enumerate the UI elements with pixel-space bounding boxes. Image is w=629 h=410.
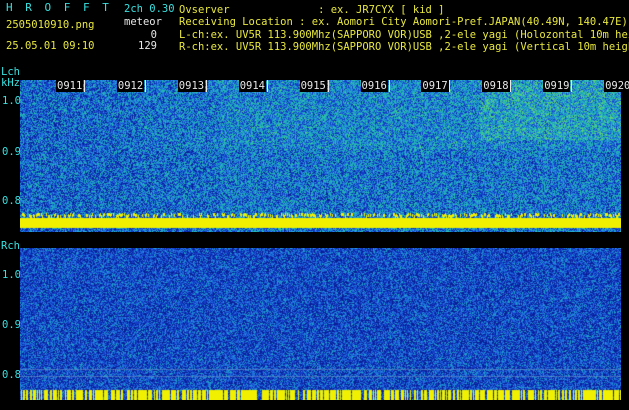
file-name: 2505010910.png <box>6 19 95 31</box>
time-tick-mark <box>388 80 390 92</box>
time-tick-mark <box>84 80 85 92</box>
rch-spectrogram <box>20 248 621 400</box>
time-tick-0920: 0920 <box>604 80 629 92</box>
time-tick-0915: 0915 <box>299 80 327 92</box>
time-tick-mark <box>205 80 207 92</box>
lch-tick-1.0: 1.0 <box>2 95 21 107</box>
time-tick-mark <box>510 80 512 92</box>
time-tick-0914: 0914 <box>238 80 266 92</box>
rch-info-line: R-ch:ex. UV5R 113.900Mhz(SAPPORO VOR)USB… <box>179 41 629 53</box>
time-tick-mark <box>266 80 268 92</box>
app-title: H R O F F T <box>6 1 112 14</box>
time-tick-0917: 0917 <box>421 80 449 92</box>
time-tick-mark <box>571 80 573 92</box>
meteor-count-r: 129 <box>138 40 157 52</box>
rch-tick-1.0: 1.0 <box>2 269 21 281</box>
lch-spectrogram <box>20 80 621 232</box>
lch-tick-0.9: 0.9 <box>2 146 21 158</box>
time-tick-mark <box>144 80 146 92</box>
time-tick-0918: 0918 <box>482 80 510 92</box>
mode-label: 2ch 0.30 <box>124 3 175 15</box>
lch-info-line: L-ch:ex. UV5R 113.900Mhz(SAPPORO VOR)USB… <box>179 29 629 41</box>
meteor-label: meteor <box>124 16 162 28</box>
observer-line: Ovserver : ex. JR7CYX [ kid ] <box>179 4 445 16</box>
rch-tick-0.9: 0.9 <box>2 319 21 331</box>
time-tick-mark <box>327 80 329 92</box>
location-line: Receiving Location : ex. Aomori City Aom… <box>179 16 628 28</box>
lch-tick-0.8: 0.8 <box>2 195 21 207</box>
rch-tick-0.8: 0.8 <box>2 369 21 381</box>
time-tick-0913: 0913 <box>177 80 206 92</box>
time-tick-mark <box>449 80 451 92</box>
time-tick-0912: 0912 <box>116 80 145 92</box>
date-time: 25.05.01 09:10 <box>6 40 95 52</box>
rch-label: Rch <box>1 240 20 252</box>
time-tick-0916: 0916 <box>360 80 388 92</box>
lch-unit-label: kHz <box>1 77 20 89</box>
time-tick-0911: 0911 <box>56 80 84 92</box>
time-tick-0919: 0919 <box>543 80 571 92</box>
